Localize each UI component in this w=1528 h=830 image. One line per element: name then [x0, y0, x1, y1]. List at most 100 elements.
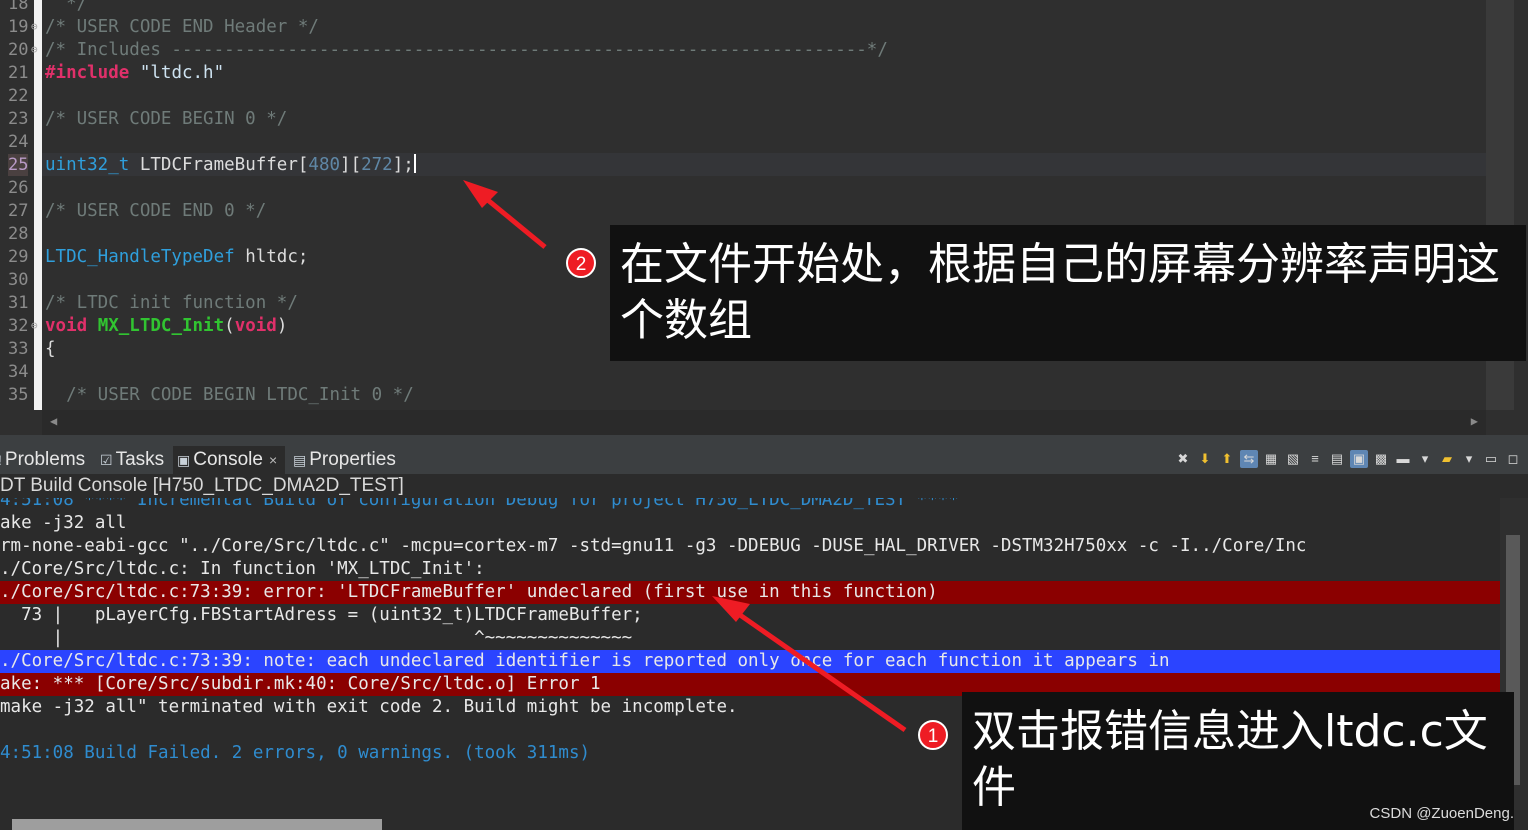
word-wrap-icon[interactable]: ▧	[1284, 450, 1302, 468]
open-console-icon[interactable]: ▬	[1394, 450, 1412, 468]
pin-console-icon[interactable]: ▣	[1350, 449, 1368, 468]
console-note-line[interactable]: ./Core/Src/ltdc.c:73:39: note: each unde…	[0, 650, 1500, 673]
code-line[interactable]: #include "ltdc.h"	[45, 62, 224, 84]
scroll-right-icon[interactable]: ▶	[1471, 414, 1478, 428]
code-line[interactable]: /* Includes ----------------------------…	[45, 39, 888, 61]
code-line[interactable]: */	[45, 0, 87, 15]
console-error-line[interactable]: ./Core/Src/ltdc.c:73:39: error: 'LTDCFra…	[0, 581, 1500, 604]
console-icon: ▣	[177, 452, 191, 468]
tab-problems[interactable]: !Problems	[0, 446, 85, 474]
line-number: 27	[8, 201, 29, 221]
code-line[interactable]: {	[45, 338, 56, 360]
text-cursor	[413, 154, 416, 173]
fold-toggle-icon[interactable]: ⊖	[31, 43, 38, 56]
code-line[interactable]: /* USER CODE END Header */	[45, 16, 319, 38]
code-token: /* USER CODE END Header */	[45, 17, 319, 37]
callout-2-line-1: 在文件开始处，根据自己的屏幕分辨率声明这	[620, 239, 1500, 290]
step-badge-2: 2	[566, 248, 596, 278]
console-dropdown-icon[interactable]: ▾	[1416, 450, 1434, 468]
code-line[interactable]: /* USER CODE BEGIN 0 */	[45, 108, 287, 130]
line-number: 29	[8, 247, 29, 267]
bottom-panel-tabbar: !Problems ☑Tasks ▣Console× ▤Properties ✖…	[0, 443, 1528, 474]
minimize-icon[interactable]: ▭	[1482, 450, 1500, 468]
scroll-left-icon[interactable]: ◀	[50, 414, 57, 428]
console-line[interactable]: ./Core/Src/ltdc.c: In function 'MX_LTDC_…	[0, 558, 1500, 581]
code-editor[interactable]: 18 */19 ⊖/* USER CODE END Header */20 ⊖/* …	[0, 0, 1528, 435]
code-token: )	[276, 316, 288, 336]
tab-console[interactable]: ▣ Console ×	[173, 446, 286, 474]
code-line[interactable]: /* USER CODE BEGIN LTDC_Init 0 */	[45, 384, 414, 406]
code-token: uint32_t	[45, 155, 130, 175]
code-token: /* USER CODE BEGIN 0 */	[45, 109, 288, 129]
callout-2-line-2: 个数组	[620, 295, 752, 346]
line-number: 25	[8, 154, 29, 176]
editor-horizontal-scrollbar[interactable]: ◀ ▶	[42, 410, 1486, 435]
maximize-icon[interactable]: ◻	[1504, 450, 1522, 468]
tab-properties[interactable]: ▤ Properties	[293, 446, 396, 474]
scroll-lock-icon[interactable]: ▦	[1262, 450, 1280, 468]
console-line[interactable]: | ^~~~~~~~~~~~~~~	[0, 627, 1500, 650]
code-token: {	[45, 339, 56, 359]
code-token: /* Includes ----------------------------…	[45, 40, 888, 60]
code-token: "ltdc.h"	[129, 63, 225, 83]
code-token: LTDC_HandleTypeDef	[45, 247, 235, 267]
properties-icon: ▤	[293, 452, 307, 468]
code-line[interactable]: void MX_LTDC_Init(void)	[45, 315, 287, 337]
fold-toggle-icon[interactable]: ⊖	[31, 20, 38, 33]
code-line[interactable]: LTDC_HandleTypeDef hltdc;	[45, 246, 308, 268]
code-line[interactable]: /* LTDC init function */	[45, 292, 298, 314]
console-line[interactable]: ake -j32 all	[0, 512, 1500, 535]
code-token: void	[234, 316, 277, 336]
code-token: 272	[361, 155, 393, 175]
tasks-icon: ☑	[100, 452, 113, 468]
line-number: 22	[8, 86, 29, 106]
callout-1-line-1: 双击报错信息进入ltdc.c文	[972, 706, 1488, 757]
line-number: 30	[8, 270, 29, 290]
problems-icon: !	[0, 446, 2, 474]
code-token: */	[45, 0, 88, 14]
editor-margin	[34, 0, 42, 410]
console-title: DT Build Console [H750_LTDC_DMA2D_TEST]	[0, 474, 1528, 498]
line-number: 23	[8, 109, 29, 129]
horizontal-scroll-thumb[interactable]	[12, 819, 382, 830]
code-token: MX_LTDC_Init	[97, 316, 225, 336]
previous-error-icon[interactable]: ⬆	[1218, 450, 1236, 468]
display-console-icon[interactable]: ▩	[1372, 450, 1390, 468]
code-line[interactable]: /* USER CODE END 0 */	[45, 200, 266, 222]
console-line[interactable]: 73 | pLayerCfg.FBStartAdress = (uint32_t…	[0, 604, 1500, 627]
code-token: /* USER CODE BEGIN LTDC_Init 0 */	[45, 385, 414, 405]
line-number: 28	[8, 224, 29, 244]
line-number: 20	[8, 40, 29, 60]
code-token: /* LTDC init function */	[45, 293, 298, 313]
line-number: 31	[8, 293, 29, 313]
code-token: #include	[45, 63, 130, 83]
panel-splitter[interactable]	[0, 435, 1528, 443]
annotation-callout-2: 在文件开始处，根据自己的屏幕分辨率声明这 个数组	[610, 225, 1526, 361]
callout-1-line-2: 件	[972, 762, 1016, 813]
new-console-icon[interactable]: ▰	[1438, 450, 1456, 468]
line-number: 18	[8, 0, 29, 14]
tab-tasks[interactable]: ☑ Tasks	[100, 446, 164, 474]
step-badge-1: 1	[918, 720, 948, 750]
link-console-icon[interactable]: ⇆	[1240, 449, 1258, 468]
code-token: (	[224, 316, 235, 336]
watermark: CSDN @ZuoenDeng.	[1369, 805, 1514, 822]
console-toolbar: ✖ ⬇ ⬆ ⇆ ▦ ▧ ≡ ▤ ▣ ▩ ▬ ▾ ▰ ▾ ▭ ◻	[1174, 443, 1522, 474]
clear-console-icon[interactable]: ✖	[1174, 450, 1192, 468]
next-error-icon[interactable]: ⬇	[1196, 450, 1214, 468]
console-header-line: 4:51:08 **** Incremental Build of config…	[0, 498, 959, 510]
code-token: void	[45, 316, 88, 336]
show-on-output-icon[interactable]: ≡	[1306, 450, 1324, 468]
fold-toggle-icon[interactable]: ⊖	[31, 319, 38, 332]
close-tab-icon[interactable]: ×	[269, 452, 277, 468]
line-number: 35	[8, 385, 29, 405]
new-console-dropdown-icon[interactable]: ▾	[1460, 450, 1478, 468]
line-number: 26	[8, 178, 29, 198]
code-line[interactable]: uint32_t LTDCFrameBuffer[480][272];	[45, 154, 416, 176]
line-number: 32	[8, 316, 29, 336]
copy-icon[interactable]: ▤	[1328, 450, 1346, 468]
console-line[interactable]: rm-none-eabi-gcc "../Core/Src/ltdc.c" -m…	[0, 535, 1500, 558]
code-token: /* USER CODE END 0 */	[45, 201, 267, 221]
line-number: 33	[8, 339, 29, 359]
